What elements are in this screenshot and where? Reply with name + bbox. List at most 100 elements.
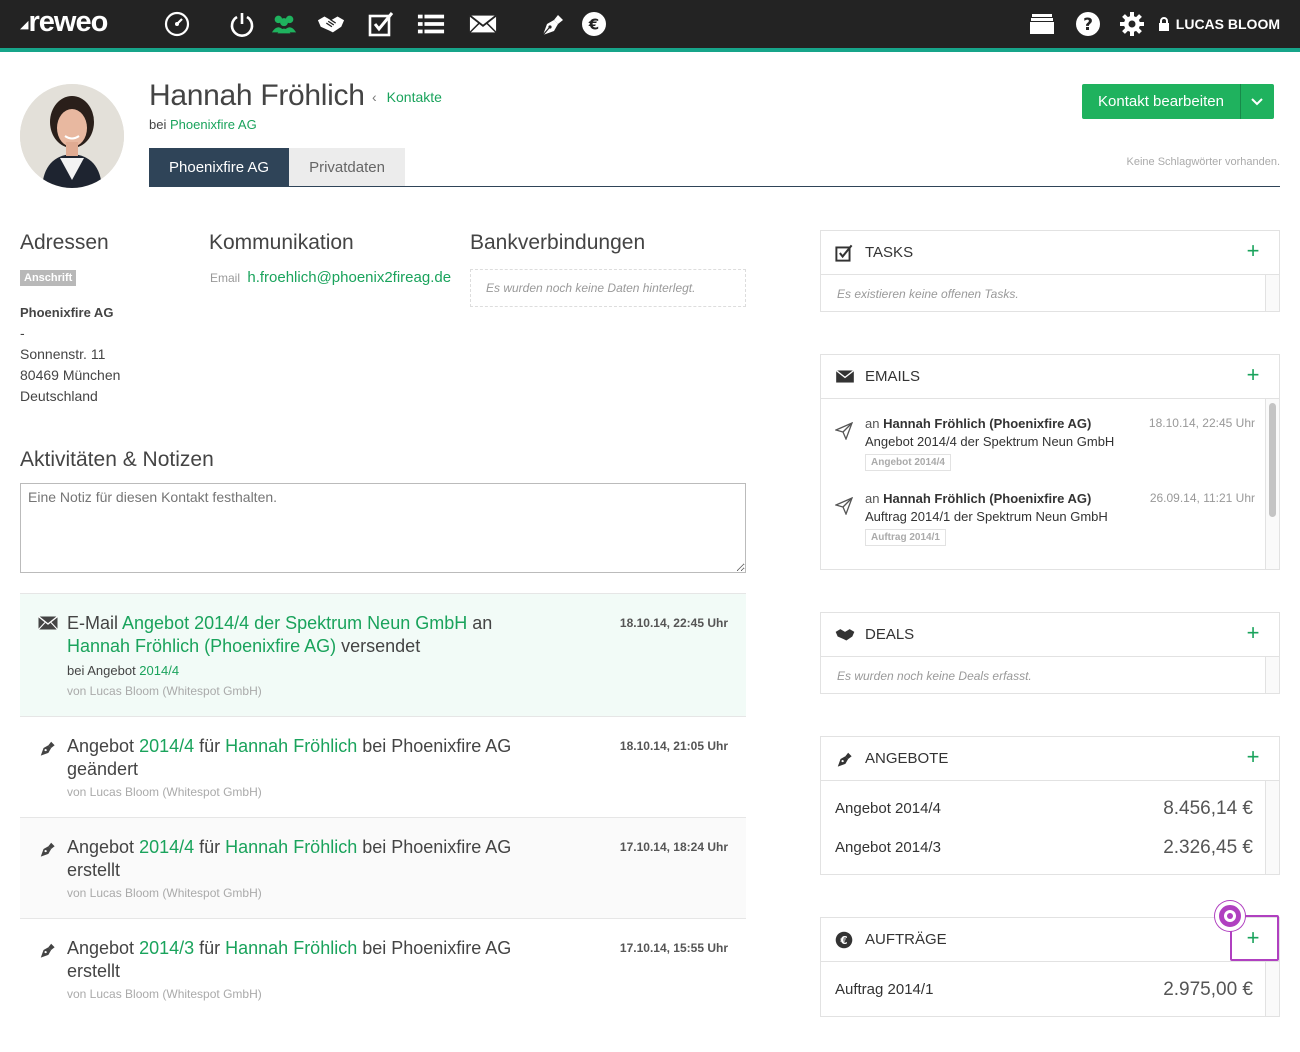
email-label: Email	[210, 271, 241, 285]
emails-panel: EMAILS + an Hannah Fröhlich (Phoenixfire…	[820, 354, 1280, 570]
tab-phoenixfire[interactable]: Phoenixfire AG	[149, 148, 290, 186]
emails-scrollbar-thumb[interactable]	[1269, 403, 1276, 517]
click-indicator-icon	[1215, 901, 1245, 931]
quote-name: Angebot 2014/3	[835, 839, 941, 856]
activity-text: Angebot	[67, 837, 140, 857]
send-icon	[835, 422, 853, 440]
user-menu[interactable]: LUCAS BLOOM	[1158, 16, 1280, 32]
activity-text: E-Mail	[67, 613, 123, 633]
tasks-panel: TASKS + Es existieren keine offenen Task…	[820, 230, 1280, 312]
order-row[interactable]: Auftrag 2014/1 2.975,00 €	[821, 970, 1279, 1009]
breadcrumb: ‹ Kontakte	[372, 89, 442, 105]
activity-item: Angebot 2014/4 für Hannah Fröhlich bei P…	[20, 817, 746, 918]
add-task-button[interactable]: +	[1243, 240, 1263, 262]
tasks-empty: Es existieren keine offenen Tasks.	[837, 287, 1019, 301]
quote-row[interactable]: Angebot 2014/3 2.326,45 €	[821, 828, 1279, 867]
tasks-icon[interactable]	[367, 10, 395, 38]
activity-text: für	[194, 736, 226, 756]
email-list-item[interactable]: an Hannah Fröhlich (Phoenixfire AG) Auft…	[835, 491, 1255, 551]
activity-context-link[interactable]: 2014/4	[139, 663, 179, 678]
activity-link-document[interactable]: 2014/4	[139, 837, 194, 857]
email-tag[interactable]: Auftrag 2014/1	[865, 529, 946, 546]
power-icon[interactable]	[228, 10, 256, 38]
send-icon	[835, 497, 853, 515]
activity-author: von Lucas Bloom (Whitespot GmbH)	[67, 785, 262, 799]
tasks-panel-header: TASKS +	[821, 231, 1279, 275]
activity-link-document[interactable]: 2014/4	[139, 736, 194, 756]
tab-privatdaten[interactable]: Privatdaten	[289, 148, 405, 186]
quote-pen-icon	[38, 739, 56, 762]
add-deal-button[interactable]: +	[1243, 622, 1263, 644]
reweo-logo[interactable]: ◢reweo	[20, 6, 108, 39]
email-date: 18.10.14, 22:45 Uhr	[1148, 416, 1255, 430]
contacts-icon[interactable]	[270, 10, 298, 38]
email-to-name: Hannah Fröhlich (Phoenixfire AG)	[883, 416, 1092, 431]
activity-link-contact[interactable]: Hannah Fröhlich (Phoenixfire AG)	[67, 636, 336, 656]
euro-icon[interactable]: €	[580, 10, 608, 38]
emails-panel-header: EMAILS +	[821, 355, 1279, 399]
euro-icon: €	[835, 931, 855, 949]
deals-panel-title: DEALS	[865, 626, 915, 643]
orders-scrollbar[interactable]	[1265, 962, 1279, 1016]
deals-scrollbar[interactable]	[1265, 657, 1279, 693]
activity-author: von Lucas Bloom (Whitespot GmbH)	[67, 684, 262, 698]
activity-link-document[interactable]: Angebot 2014/4 der Spektrum Neun GmbH	[122, 613, 467, 633]
help-icon[interactable]: ?	[1074, 10, 1102, 38]
quote-pen-icon[interactable]	[538, 10, 566, 38]
email-to-name: Hannah Fröhlich (Phoenixfire AG)	[883, 491, 1092, 506]
email-list-item[interactable]: an Hannah Fröhlich (Phoenixfire AG) Ange…	[835, 416, 1255, 476]
lock-icon	[1158, 17, 1169, 31]
edit-contact-button[interactable]: Kontakt bearbeiten	[1082, 84, 1240, 119]
quote-row[interactable]: Angebot 2014/4 8.456,14 €	[821, 789, 1279, 828]
order-name: Auftrag 2014/1	[835, 981, 934, 998]
email-link[interactable]: h.froehlich@phoenix2fireag.de	[247, 269, 451, 286]
deals-empty: Es wurden noch keine Deals erfasst.	[837, 669, 1032, 683]
dashboard-icon[interactable]	[163, 10, 191, 38]
activity-link-contact[interactable]: Hannah Fröhlich	[225, 938, 357, 958]
mail-icon[interactable]	[469, 10, 497, 38]
quotes-panel: ANGEBOTE + Angebot 2014/4 8.456,14 € Ang…	[820, 736, 1280, 875]
activity-author: von Lucas Bloom (Whitespot GmbH)	[67, 886, 262, 900]
quotes-scrollbar[interactable]	[1265, 781, 1279, 874]
tasks-icon	[835, 244, 855, 262]
activity-link-contact[interactable]: Hannah Fröhlich	[225, 837, 357, 857]
orders-panel-header: € AUFTRÄGE +	[821, 918, 1279, 962]
communication-heading: Kommunikation	[209, 231, 354, 254]
activity-text: an	[467, 613, 493, 633]
activity-date: 18.10.14, 22:45 Uhr	[619, 616, 728, 630]
contact-tabs: Phoenixfire AG Privatdaten	[149, 148, 405, 186]
settings-icon[interactable]	[1118, 10, 1146, 38]
avatar	[20, 84, 124, 188]
quote-pen-icon	[835, 750, 855, 768]
activity-link-document[interactable]: 2014/3	[139, 938, 194, 958]
quote-amount: 2.326,45 €	[1163, 836, 1253, 858]
breadcrumb-link-kontakte[interactable]: Kontakte	[387, 89, 442, 105]
emails-scrollbar[interactable]	[1265, 399, 1279, 569]
email-tag[interactable]: Angebot 2014/4	[865, 454, 951, 471]
add-email-button[interactable]: +	[1243, 364, 1263, 386]
email-to-prefix: an	[865, 416, 880, 431]
user-name: LUCAS BLOOM	[1175, 16, 1280, 32]
svg-text:€: €	[839, 934, 847, 946]
top-navigation-bar: ◢reweo € ? LUCAS BLOOM	[0, 0, 1300, 48]
quotes-panel-title: ANGEBOTE	[865, 750, 949, 767]
quote-name: Angebot 2014/4	[835, 800, 941, 817]
edit-dropdown-toggle[interactable]	[1239, 84, 1274, 119]
archive-icon[interactable]	[1028, 10, 1056, 38]
activity-date: 17.10.14, 18:24 Uhr	[619, 840, 728, 854]
add-quote-button[interactable]: +	[1243, 746, 1263, 768]
company-link[interactable]: Phoenixfire AG	[170, 117, 257, 132]
address-street: Sonnenstr. 11	[20, 346, 106, 362]
tasks-scrollbar[interactable]	[1265, 275, 1279, 311]
address-city: 80469 München	[20, 367, 121, 383]
activity-item: Angebot 2014/3 für Hannah Fröhlich bei P…	[20, 918, 746, 1019]
note-input[interactable]	[20, 483, 746, 573]
bank-empty-notice: Es wurden noch keine Daten hinterlegt.	[470, 269, 746, 307]
bank-heading: Bankverbindungen	[470, 231, 646, 254]
handshake-icon[interactable]	[317, 10, 345, 38]
activity-text: für	[194, 938, 226, 958]
svg-text:€: €	[588, 16, 599, 34]
activity-link-contact[interactable]: Hannah Fröhlich	[225, 736, 357, 756]
activities-heading: Aktivitäten & Notizen	[20, 448, 214, 471]
list-icon[interactable]	[417, 10, 445, 38]
